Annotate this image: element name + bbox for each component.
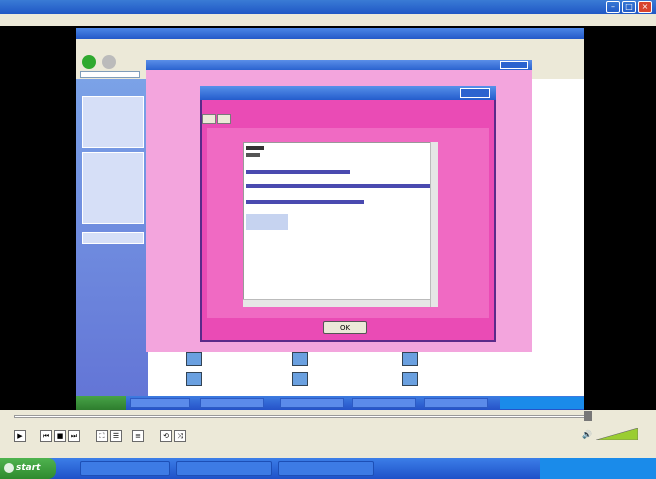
windows-logo-icon (4, 463, 14, 473)
taskbar-item[interactable] (176, 461, 272, 476)
ok-button[interactable]: OK (323, 321, 367, 334)
address-field[interactable] (80, 71, 140, 78)
vlc-title-bar (0, 0, 656, 14)
task-panel-details (82, 232, 144, 244)
list-line (246, 200, 364, 204)
dialog-title-bar (200, 86, 496, 100)
recorded-task-item (424, 398, 488, 408)
back-icon[interactable] (82, 55, 96, 69)
file-icon[interactable] (186, 372, 202, 386)
file-icon[interactable] (292, 372, 308, 386)
recorded-task-item (200, 398, 264, 408)
list-selection (246, 214, 288, 230)
close-icon[interactable]: × (638, 1, 652, 13)
app-window-controls[interactable] (500, 61, 528, 69)
previous-icon[interactable]: ⏮ (40, 430, 52, 442)
file-icon[interactable] (292, 352, 308, 366)
recorded-system-tray (500, 397, 584, 409)
dialog-tab[interactable] (217, 114, 231, 124)
forward-icon[interactable] (102, 55, 116, 69)
maximize-icon[interactable]: □ (622, 1, 636, 13)
file-icon[interactable] (186, 352, 202, 366)
fullscreen-icon[interactable]: ⛶ (96, 430, 108, 442)
file-icon[interactable] (402, 352, 418, 366)
play-icon[interactable]: ▶ (14, 430, 26, 442)
recorded-start-button (76, 396, 126, 410)
seek-bar[interactable] (14, 415, 590, 418)
task-panel-other-places (82, 152, 144, 224)
system-tray (540, 458, 656, 479)
random-icon[interactable]: ⤨ (174, 430, 186, 442)
list-line (246, 184, 432, 188)
stop-icon[interactable]: ■ (54, 430, 66, 442)
seek-handle[interactable] (584, 411, 592, 421)
vertical-scrollbar[interactable] (430, 142, 438, 307)
explorer-title-bar (76, 28, 584, 39)
list-line (246, 146, 264, 150)
vlc-status-bar (0, 448, 656, 458)
taskbar-item[interactable] (278, 461, 374, 476)
app-window-title-bar (146, 60, 532, 70)
list-line (246, 153, 260, 157)
minimize-icon[interactable]: – (606, 1, 620, 13)
start-label: start (16, 463, 41, 473)
dialog-window-controls[interactable] (460, 88, 490, 98)
task-panel-file-folder (82, 96, 144, 148)
volume-slider[interactable] (595, 427, 639, 441)
volume-triangle-icon (595, 427, 639, 441)
speaker-icon[interactable]: 🔊 (582, 430, 592, 440)
vlc-menu-bar (0, 14, 656, 26)
recorded-task-item (280, 398, 344, 408)
recorded-task-item (130, 398, 190, 408)
dialog-tab[interactable] (202, 114, 216, 124)
taskbar-item[interactable] (80, 461, 170, 476)
file-icon[interactable] (402, 372, 418, 386)
next-icon[interactable]: ⏭ (68, 430, 80, 442)
extended-settings-icon[interactable]: ≡ (132, 430, 144, 442)
recorded-task-item (352, 398, 416, 408)
playlist-icon[interactable]: ☰ (110, 430, 122, 442)
ok-button-label: OK (339, 324, 351, 332)
horizontal-scrollbar[interactable] (243, 299, 430, 307)
list-line (246, 170, 350, 174)
loop-icon[interactable]: ⟲ (160, 430, 172, 442)
